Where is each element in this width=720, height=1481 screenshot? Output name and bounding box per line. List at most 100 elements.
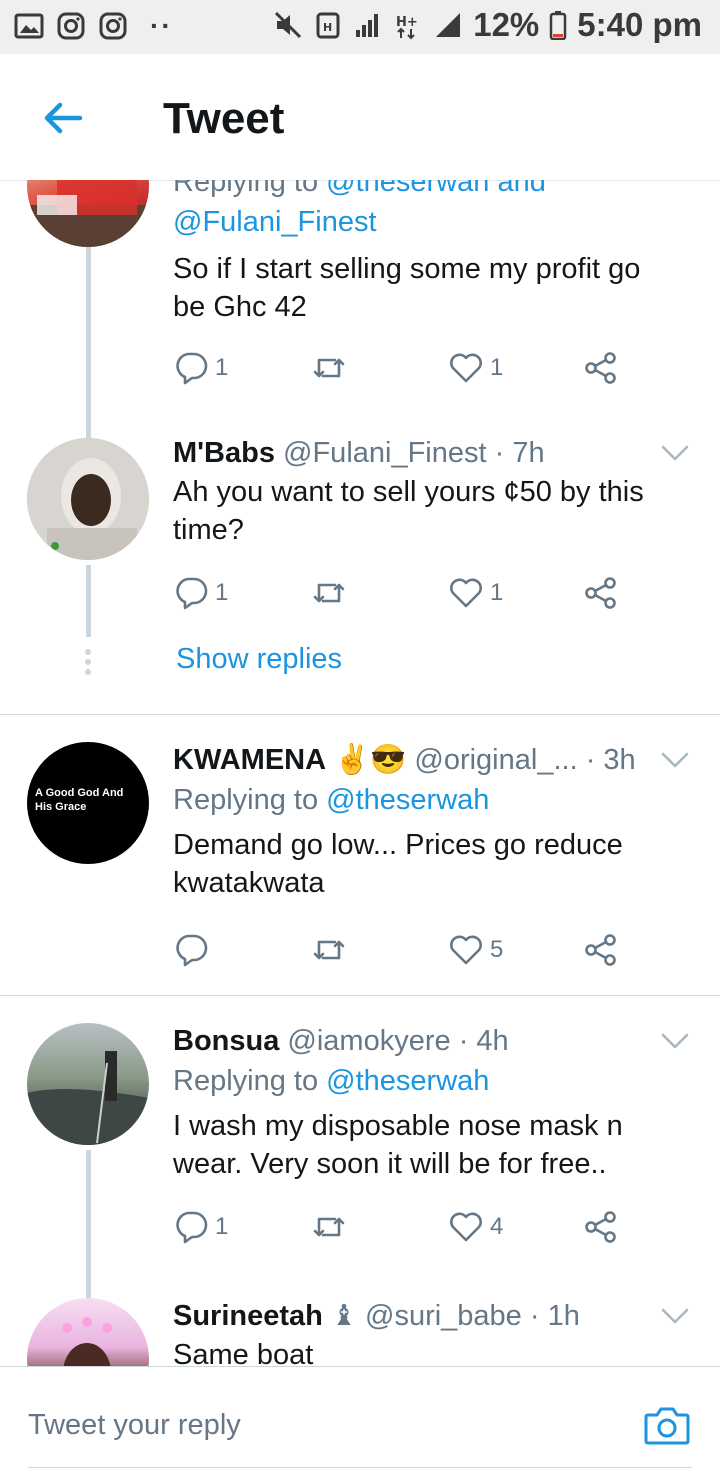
tweet-content: Surineetah ♝ @suri_babe · 1h Same boat [173,1298,680,1366]
share-button[interactable] [583,573,619,613]
battery-icon [550,11,567,40]
heart-icon [450,1212,482,1242]
user-handle[interactable]: @original_... [414,744,577,776]
tweet-text: Demand go low... Prices go reduce kwatak… [173,829,623,899]
avatar[interactable] [27,438,149,560]
tweet-item[interactable]: M'Babs @Fulani_Finest · 7h Ah you want t… [0,435,720,715]
signal-icon [436,13,461,37]
reply-button[interactable]: 1 [173,1207,228,1247]
like-count: 5 [490,936,504,963]
display-name[interactable]: Surineetah [173,1300,323,1332]
thread-line [86,1150,91,1313]
like-button[interactable]: 5 [448,930,503,970]
reply-input[interactable]: Tweet your reply [28,1409,241,1442]
reply-feed[interactable]: Replying to @theserwah and @Fulani_Fines… [0,180,720,1366]
replying-to: Replying to @theserwah and [173,180,680,202]
display-name[interactable]: M'Babs [173,437,275,469]
user-handle[interactable]: @suri_babe [365,1300,522,1332]
avatar[interactable]: A Good God And His Grace [27,742,149,864]
reply-count: 1 [215,1213,229,1240]
display-name[interactable]: Bonsua [173,1025,279,1057]
tweet-content: M'Babs @Fulani_Finest · 7h Ah you want t… [173,435,680,549]
like-count: 1 [490,579,504,606]
like-button[interactable]: 1 [448,348,503,388]
mention-link[interactable]: @Fulani_Finest [173,206,377,238]
user-handle[interactable]: @iamokyere [287,1025,450,1057]
tweet-time: · 3h [585,744,636,776]
avatar[interactable] [27,1298,149,1366]
avatar-caption: A Good God And His Grace [35,787,124,813]
share-button[interactable] [583,348,619,388]
avatar-photo [27,180,149,247]
mention-link[interactable]: @theserwah and [326,180,546,198]
svg-text:H: H [323,21,332,34]
chevron-down-icon[interactable] [660,443,690,463]
reply-count: 1 [215,354,229,381]
replying-to-line-2: @Fulani_Finest [173,202,680,242]
chevron-down-icon[interactable] [660,750,690,770]
tweet-time: · 1h [529,1300,580,1332]
tweet-content: Bonsua @iamokyere · 4h Replying to @thes… [173,1023,680,1183]
mention-link[interactable]: @theserwah [326,784,489,816]
display-name[interactable]: KWAMENA [173,744,326,776]
retweet-button[interactable] [311,1207,353,1247]
avatar-photo [27,438,149,560]
show-replies-link[interactable]: Show replies [176,643,342,676]
share-icon [585,934,616,966]
tweet-meta: KWAMENA ✌😎 @original_... · 3h [173,742,680,778]
tweet-item[interactable]: Bonsua @iamokyere · 4h Replying to @thes… [0,1023,720,1313]
avatar-photo [62,1317,112,1366]
heart-icon [450,353,482,383]
reply-count: 1 [215,579,229,606]
back-arrow-icon[interactable] [36,90,92,146]
camera-icon[interactable] [642,1401,692,1451]
replying-prefix: Replying to [173,1065,327,1097]
tweet-actions: 1 1 [173,348,643,388]
heart-icon [450,935,482,965]
retweet-button[interactable] [311,348,353,388]
avatar-photo [27,1051,149,1145]
like-count: 4 [490,1213,504,1240]
tweet-item[interactable]: Surineetah ♝ @suri_babe · 1h Same boat [0,1298,720,1366]
avatar[interactable] [27,1023,149,1145]
tweet-actions: 5 [173,930,643,970]
retweet-button[interactable] [311,930,353,970]
tweet-item[interactable]: A Good God And His Grace KWAMENA ✌😎 @ori… [0,742,720,994]
tweet-text: Ah you want to sell yours ¢50 by this ti… [173,476,644,546]
mute-icon [275,11,302,39]
tweet-actions: 1 1 [173,573,643,613]
reply-button[interactable] [173,930,215,970]
share-icon [585,352,616,384]
heart-icon [450,578,482,608]
reply-icon [176,352,208,385]
share-button[interactable] [583,1207,619,1247]
tweet-meta: Bonsua @iamokyere · 4h [173,1023,680,1059]
reply-icon [176,577,208,610]
like-button[interactable]: 1 [448,573,503,613]
reply-button[interactable]: 1 [173,348,228,388]
tweet-actions: 1 4 [173,1207,643,1247]
data-saver-icon: H [316,12,340,39]
input-underline [28,1467,692,1468]
tweet-time: · 4h [458,1025,509,1057]
avatar[interactable] [27,180,149,247]
battery-percent: 12% [473,6,540,43]
replying-prefix: Replying to [173,784,327,816]
tweet-text: So if I start selling some my profit go … [173,253,641,323]
mention-link[interactable]: @theserwah [326,1065,489,1097]
name-emoji: ✌😎 [334,744,407,776]
instagram-icon [57,12,85,40]
share-button[interactable] [583,930,619,970]
signal-icon [356,14,379,37]
user-handle[interactable]: @Fulani_Finest [283,437,487,469]
tweet-time: · 7h [494,437,545,469]
chevron-down-icon[interactable] [660,1031,690,1051]
retweet-icon [313,358,345,378]
reply-button[interactable]: 1 [173,573,228,613]
like-button[interactable]: 4 [448,1207,503,1247]
thread-line [86,565,91,637]
replying-prefix: Replying to [173,180,327,198]
retweet-button[interactable] [311,573,353,613]
h-plus-icon: H+ [396,15,418,40]
chevron-down-icon[interactable] [660,1306,690,1326]
